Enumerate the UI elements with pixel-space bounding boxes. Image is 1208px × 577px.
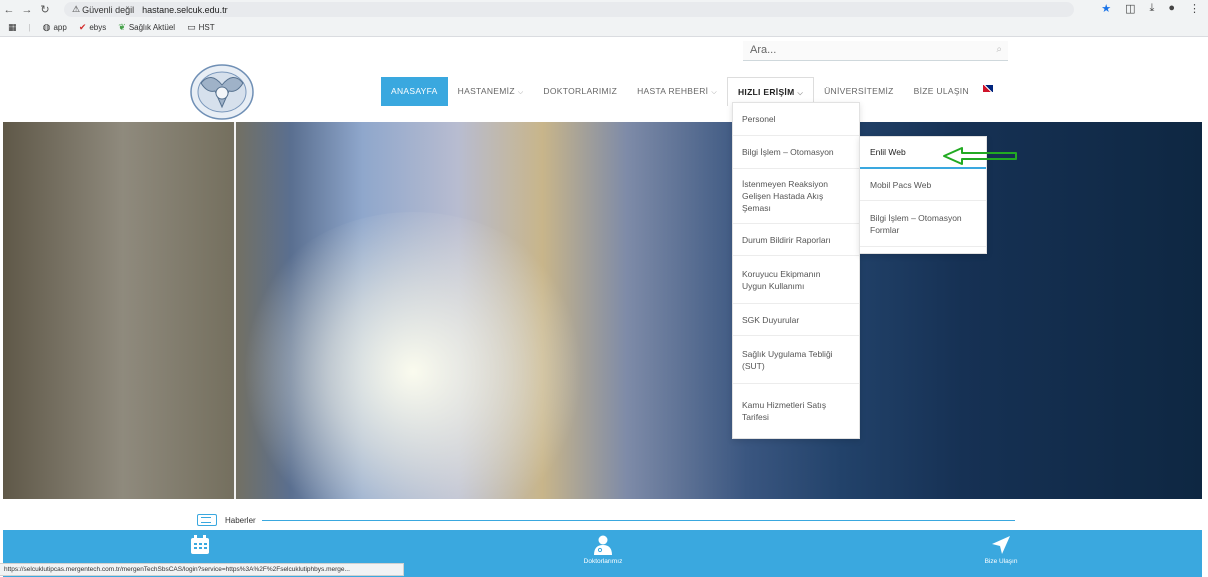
dropdown-item-bilgi-islem[interactable]: Bilgi İşlem – Otomasyon (733, 136, 859, 169)
dropdown-item-kamu-hizmetleri[interactable]: Kamu Hizmetleri Satış Tarifesi (733, 384, 859, 438)
news-header: Haberler (197, 513, 1015, 527)
more-menu-icon[interactable]: ⋮ (1189, 2, 1200, 15)
menu-item-bize-ulasin[interactable]: BİZE ULAŞIN (904, 77, 979, 106)
quick-access-dropdown: Personel Bilgi İşlem – Otomasyon İstenme… (732, 102, 860, 439)
star-icon[interactable]: ★ (1101, 2, 1111, 15)
status-bar-url: https://selcuklutipcas.mergentech.com.tr… (0, 563, 404, 576)
main-menu: ANASAYFA HASTANEMİZ ⌵ DOKTORLARIMIZ HASTA… (381, 77, 993, 106)
submenu-item-mobil-pacs-web[interactable]: Mobil Pacs Web (860, 169, 986, 201)
browser-actions: ★ ◫ ⤓ ● ⋮ (1101, 2, 1200, 15)
chevron-down-icon: ⌵ (711, 89, 717, 96)
dropdown-item-personel[interactable]: Personel (733, 103, 859, 136)
bookmark-hst[interactable]: ▭ HST (187, 22, 215, 33)
dropdown-item-sut[interactable]: Sağlık Uygulama Tebliği (SUT) (733, 336, 859, 384)
download-icon[interactable]: ⤓ (1149, 2, 1154, 15)
newspaper-icon (197, 514, 217, 526)
bookmark-ebys[interactable]: ✔ ebys (79, 22, 106, 33)
doctors-icon (594, 535, 612, 555)
bookmark-app[interactable]: ◍ app (43, 22, 67, 33)
website: Ara... ⌕ ANASAYFA HASTANEMİZ ⌵ DOKTORLARI… (0, 37, 1208, 577)
reload-icon[interactable]: ↻ (36, 3, 54, 16)
leaf-icon: ❦ (118, 22, 126, 32)
divider: | (28, 23, 31, 32)
menu-item-hastanemiz[interactable]: HASTANEMİZ ⌵ (448, 77, 534, 106)
dropdown-item-koruyucu-ekipman[interactable]: Koruyucu Ekipmanın Uygun Kullanımı (733, 256, 859, 304)
check-icon: ✔ (78, 22, 87, 32)
url-text[interactable]: hastane.selcuk.edu.tr (142, 5, 228, 15)
browser-toolbar: ← → ↻ ⚠ Güvenli değil hastane.selcuk.edu… (0, 0, 1208, 19)
bottom-appointment-button[interactable] (160, 534, 240, 558)
search-icon[interactable]: ⌕ (996, 44, 1002, 55)
news-label[interactable]: Haberler (225, 516, 256, 525)
menu-item-anasayfa[interactable]: ANASAYFA (381, 77, 448, 106)
dropdown-item-istenmeyen-reaksiyon[interactable]: İstenmeyen Reaksiyon Gelişen Hastada Akı… (733, 169, 859, 224)
submenu-item-bilgi-islem-formlar[interactable]: Bilgi İşlem – Otomasyon Formlar (860, 201, 986, 247)
hero-highlight (233, 212, 593, 499)
menu-item-doktorlarimiz[interactable]: DOKTORLARIMIZ (533, 77, 627, 106)
chevron-down-icon: ⌵ (517, 89, 524, 96)
chevron-down-icon: ⌵ (797, 90, 804, 97)
warning-icon: ⚠ (72, 4, 81, 14)
forward-icon[interactable]: → (18, 4, 36, 16)
apps-grid-icon[interactable]: ▦ (8, 22, 17, 33)
folder-icon: ▭ (187, 22, 196, 32)
bookmarks-bar: ▦ | ◍ app ✔ ebys ❦ Sağlık Aktüel ▭ HST (0, 19, 1208, 37)
bottom-contact-button[interactable]: Bize Ulaşın (961, 534, 1041, 565)
english-flag-icon[interactable] (982, 85, 993, 92)
address-bar[interactable]: ⚠ Güvenli değil hastane.selcuk.edu.tr (64, 2, 1074, 17)
hero-image (3, 122, 1202, 499)
security-label: Güvenli değil (82, 4, 135, 15)
extensions-icon[interactable]: ◫ (1125, 2, 1135, 15)
dropdown-item-durum-bildirir[interactable]: Durum Bildirir Raporları (733, 224, 859, 256)
back-icon[interactable]: ← (0, 4, 18, 16)
calendar-icon (191, 535, 209, 554)
globe-icon: ◍ (42, 22, 51, 32)
annotation-arrow-icon (943, 147, 1017, 165)
search-input[interactable]: Ara... ⌕ (743, 41, 1008, 61)
hero-divider (234, 122, 236, 499)
profile-avatar[interactable]: ● (1168, 2, 1175, 15)
menu-item-hasta-rehberi[interactable]: HASTA REHBERİ ⌵ (627, 77, 727, 106)
news-divider (261, 519, 1015, 521)
hospital-logo[interactable] (189, 63, 255, 121)
location-arrow-icon (992, 536, 1010, 554)
dropdown-item-sgk-duyurular[interactable]: SGK Duyurular (733, 304, 859, 336)
bookmark-saglik-aktuel[interactable]: ❦ Sağlık Aktüel (118, 22, 175, 33)
bottom-doctors-button[interactable]: Doktorlarımız (563, 534, 643, 565)
